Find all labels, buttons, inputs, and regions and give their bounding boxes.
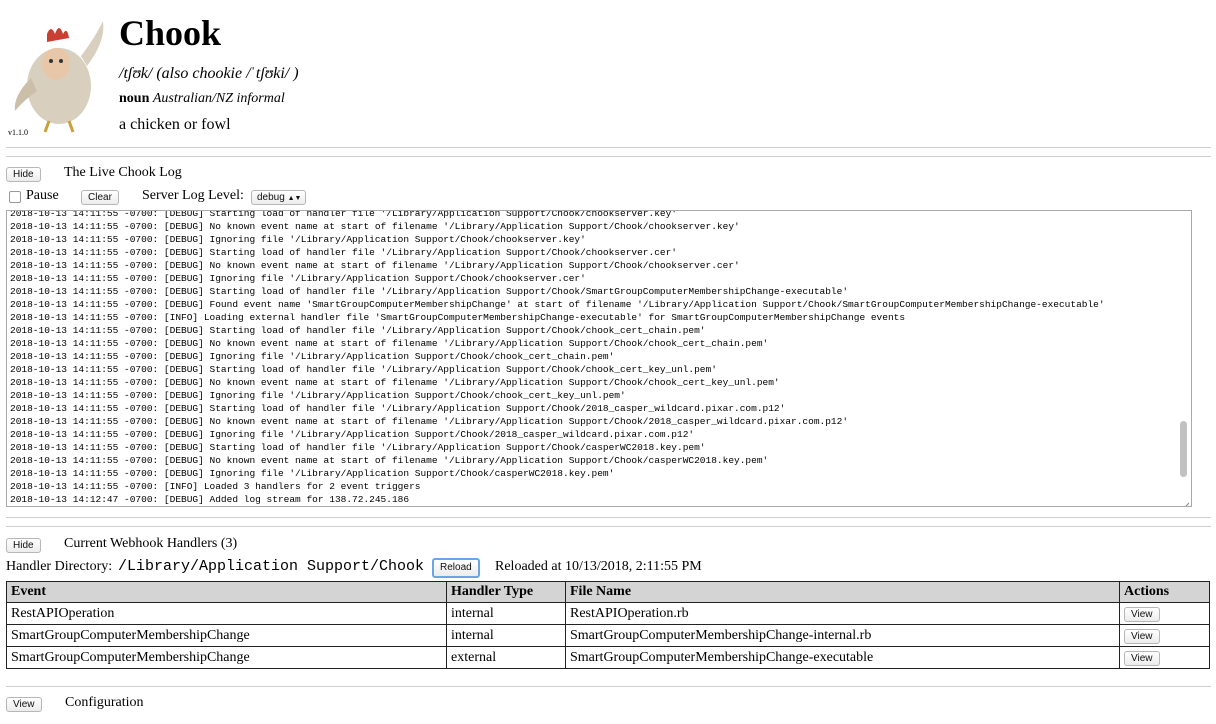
table-row: SmartGroupComputerMembershipChange exter… bbox=[6, 646, 1210, 669]
log-line: 2018-10-13 14:11:55 -0700: [DEBUG] Start… bbox=[10, 247, 678, 258]
handlers-section-title: Current Webhook Handlers (3) bbox=[64, 536, 238, 551]
divider bbox=[6, 517, 1211, 518]
log-level-select[interactable]: debug ▲▼ bbox=[251, 190, 307, 205]
usage-line: noun Australian/NZ informal bbox=[119, 91, 285, 107]
log-line: 2018-10-13 14:11:55 -0700: [DEBUG] Start… bbox=[10, 364, 717, 375]
table-row: RestAPIOperation internal RestAPIOperati… bbox=[6, 602, 1210, 625]
log-line: 2018-10-13 14:11:55 -0700: [DEBUG] No kn… bbox=[10, 260, 740, 271]
log-line: 2018-10-13 14:11:55 -0700: [DEBUG] Ignor… bbox=[10, 390, 626, 401]
divider bbox=[6, 526, 1211, 527]
page-title: Chook bbox=[119, 13, 222, 53]
divider bbox=[6, 686, 1211, 687]
part-of-speech: noun bbox=[119, 91, 150, 106]
file-cell: SmartGroupComputerMembershipChange-execu… bbox=[565, 646, 1120, 669]
view-configuration-button[interactable]: View bbox=[6, 697, 42, 712]
definition-text: a chicken or fowl bbox=[119, 116, 231, 133]
log-line: 2018-10-13 14:12:47 -0700: [DEBUG] Added… bbox=[10, 494, 410, 505]
divider bbox=[6, 147, 1211, 148]
log-line: 2018-10-13 14:11:55 -0700: [DEBUG] Found… bbox=[10, 299, 1105, 310]
column-header-actions: Actions bbox=[1119, 581, 1210, 603]
log-line: 2018-10-13 14:11:55 -0700: [DEBUG] No kn… bbox=[10, 416, 849, 427]
log-line: 2018-10-13 14:11:55 -0700: [DEBUG] Start… bbox=[10, 325, 706, 336]
type-cell: internal bbox=[446, 624, 566, 647]
table-header-row: Event Handler Type File Name Actions bbox=[6, 581, 1210, 603]
type-cell: external bbox=[446, 646, 566, 669]
hide-log-button[interactable]: Hide bbox=[6, 167, 41, 182]
hide-handlers-button[interactable]: Hide bbox=[6, 538, 41, 553]
log-line: 2018-10-13 14:11:55 -0700: [INFO] Loaded… bbox=[10, 481, 421, 492]
view-handler-button[interactable]: View bbox=[1124, 628, 1160, 644]
log-line: 2018-10-13 14:11:55 -0700: [DEBUG] No kn… bbox=[10, 338, 769, 349]
version-text: v1.1.0 bbox=[8, 128, 28, 137]
log-line: 2018-10-13 14:11:55 -0700: [DEBUG] Start… bbox=[10, 442, 706, 453]
column-header-file-name: File Name bbox=[565, 581, 1120, 603]
file-cell: SmartGroupComputerMembershipChange-inter… bbox=[565, 624, 1120, 647]
view-handler-button[interactable]: View bbox=[1124, 606, 1160, 622]
log-line: 2018-10-13 14:11:55 -0700: [DEBUG] Ignor… bbox=[10, 468, 615, 479]
handlers-table: Event Handler Type File Name Actions Res… bbox=[6, 581, 1210, 669]
log-line: 2018-10-13 14:11:55 -0700: [DEBUG] Ignor… bbox=[10, 351, 615, 362]
event-cell: SmartGroupComputerMembershipChange bbox=[6, 646, 447, 669]
configuration-section-title: Configuration bbox=[65, 695, 144, 710]
pronunciation-text: /tʃʊk/ (also chookie /ˈtʃʊki/ ) bbox=[119, 65, 299, 82]
divider bbox=[6, 156, 1211, 157]
column-header-event: Event bbox=[6, 581, 447, 603]
reload-button[interactable]: Reload bbox=[432, 558, 480, 578]
usage-text: Australian/NZ informal bbox=[152, 91, 285, 106]
log-line: 2018-10-13 14:11:55 -0700: [DEBUG] Ignor… bbox=[10, 234, 586, 245]
file-cell: RestAPIOperation.rb bbox=[565, 602, 1120, 625]
view-handler-button[interactable]: View bbox=[1124, 650, 1160, 666]
resize-handle-icon[interactable] bbox=[1182, 497, 1190, 506]
actions-cell: View bbox=[1119, 624, 1210, 647]
log-line: 2018-10-13 14:11:55 -0700: [DEBUG] Ignor… bbox=[10, 273, 586, 284]
table-row: SmartGroupComputerMembershipChange inter… bbox=[6, 624, 1210, 647]
log-line: 2018-10-13 14:11:55 -0700: [DEBUG] Start… bbox=[10, 403, 786, 414]
log-line: 2018-10-13 14:11:55 -0700: [DEBUG] Start… bbox=[10, 286, 849, 297]
handler-directory-path: /Library/Application Support/Chook bbox=[118, 558, 425, 575]
log-level-value: debug bbox=[257, 192, 285, 203]
actions-cell: View bbox=[1119, 602, 1210, 625]
log-line: 2018-10-13 14:11:55 -0700: [DEBUG] No kn… bbox=[10, 455, 769, 466]
log-output[interactable]: 2018-10-13 14:11:55 -0700: [DEBUG] Start… bbox=[6, 210, 1192, 507]
pause-label: Pause bbox=[26, 188, 59, 203]
actions-cell: View bbox=[1119, 646, 1210, 669]
log-section-title: The Live Chook Log bbox=[64, 165, 182, 180]
type-cell: internal bbox=[446, 602, 566, 625]
log-line: 2018-10-13 14:11:55 -0700: [DEBUG] No kn… bbox=[10, 221, 740, 232]
log-scrollbar[interactable] bbox=[1180, 421, 1187, 477]
column-header-handler-type: Handler Type bbox=[446, 581, 566, 603]
log-level-label: Server Log Level: bbox=[142, 188, 244, 203]
log-line: 2018-10-13 14:11:55 -0700: [INFO] Loadin… bbox=[10, 312, 906, 323]
select-arrows-icon: ▲▼ bbox=[287, 195, 302, 202]
chook-mascot-image bbox=[11, 16, 111, 134]
log-line: 2018-10-13 14:11:55 -0700: [DEBUG] Start… bbox=[10, 210, 678, 219]
event-cell: RestAPIOperation bbox=[6, 602, 447, 625]
clear-log-button[interactable]: Clear bbox=[81, 190, 119, 205]
log-line: 2018-10-13 14:11:55 -0700: [DEBUG] Ignor… bbox=[10, 429, 695, 440]
pause-checkbox[interactable] bbox=[9, 191, 21, 203]
handler-directory-label: Handler Directory: bbox=[6, 559, 113, 574]
reloaded-status: Reloaded at 10/13/2018, 2:11:55 PM bbox=[495, 559, 702, 574]
log-line: 2018-10-13 14:11:55 -0700: [DEBUG] No kn… bbox=[10, 377, 780, 388]
event-cell: SmartGroupComputerMembershipChange bbox=[6, 624, 447, 647]
log-lines: 2018-10-13 14:11:55 -0700: [DEBUG] Start… bbox=[10, 210, 1105, 506]
